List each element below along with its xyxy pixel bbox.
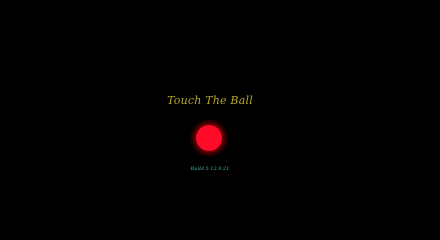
game-title: Touch The Ball <box>167 94 253 107</box>
red-ball[interactable] <box>196 125 222 151</box>
game-screen: Touch The Ball Build 5.12.9.21 <box>0 0 440 228</box>
ball-button[interactable] <box>190 119 228 157</box>
build-version-label: Build 5.12.9.21 <box>190 166 230 172</box>
